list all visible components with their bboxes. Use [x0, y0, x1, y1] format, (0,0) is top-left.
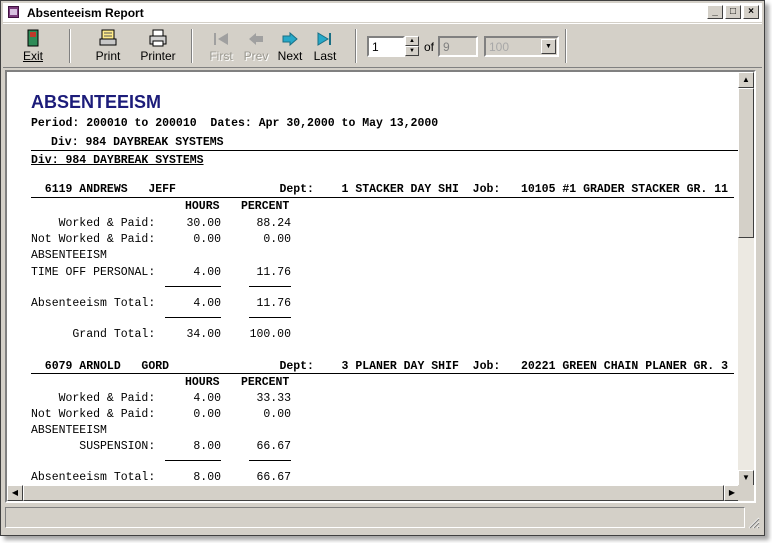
subtotal-rule: [165, 286, 221, 287]
item-hours: 8.00: [193, 440, 221, 453]
abs-total-hours: 4.00: [193, 297, 221, 310]
divider: [31, 197, 734, 198]
toolbar-separator: [69, 29, 71, 63]
page-spinner[interactable]: ▲ ▼: [405, 36, 419, 57]
worked-percent: 33.33: [256, 392, 291, 405]
exit-button[interactable]: Exit: [17, 27, 49, 65]
item-percent: 66.67: [256, 440, 291, 453]
report-page: ABSENTEEISM Period: 200010 to 200010 Dat…: [7, 72, 740, 486]
notworked-hours: 0.00: [193, 408, 221, 421]
divider: [31, 373, 734, 374]
report-viewer: ABSENTEEISM Period: 200010 to 200010 Dat…: [5, 70, 756, 503]
notworked-label: Not Worked & Paid:: [31, 408, 156, 421]
minimize-button[interactable]: _: [707, 5, 723, 19]
item-hours: 4.00: [193, 266, 221, 279]
worked-hours: 30.00: [186, 217, 221, 230]
first-page-button[interactable]: First: [206, 27, 236, 65]
scroll-up-icon[interactable]: ▲: [738, 72, 754, 88]
report-title: ABSENTEEISM: [31, 92, 162, 112]
prev-page-icon: [241, 27, 271, 47]
toolbar-separator: [565, 29, 567, 63]
absenteeism-label: ABSENTEEISM: [31, 424, 107, 437]
total-rule: [165, 317, 221, 318]
worked-hours: 4.00: [193, 392, 221, 405]
next-page-button[interactable]: Next: [275, 27, 305, 65]
subtotal-rule: [165, 460, 221, 461]
report-window: Absenteeism Report _ □ × Exit Print Prin…: [0, 0, 765, 536]
notworked-percent: 0.00: [263, 408, 291, 421]
percent-header: PERCENT: [241, 200, 290, 213]
vertical-scroll-thumb[interactable]: [738, 88, 754, 238]
toolbar: Exit Print Printer First Prev Next Last …: [3, 23, 762, 68]
status-bar: [5, 507, 760, 529]
resize-grip-icon[interactable]: [747, 516, 760, 529]
toolbar-separator: [191, 29, 193, 63]
hours-header: HOURS: [185, 376, 220, 389]
maximize-button[interactable]: □: [725, 5, 741, 19]
division-line: Div: 984 DAYBREAK SYSTEMS: [51, 136, 224, 149]
employee-header: 6079 ARNOLD GORD Dept: 3 PLANER DAY SHIF…: [31, 360, 729, 373]
employee-header: 6119 ANDREWS JEFF Dept: 1 STACKER DAY SH…: [31, 183, 729, 196]
printer-icon: [136, 27, 180, 47]
notworked-percent: 0.00: [263, 233, 291, 246]
scroll-down-icon[interactable]: ▼: [738, 470, 754, 486]
item-label: TIME OFF PERSONAL:: [31, 266, 156, 279]
horizontal-scrollbar[interactable]: ◀ ▶: [7, 485, 740, 501]
notworked-label: Not Worked & Paid:: [31, 233, 156, 246]
horizontal-scroll-thumb[interactable]: [23, 485, 724, 501]
print-page-icon: [91, 27, 125, 47]
worked-percent: 88.24: [256, 217, 291, 230]
hours-header: HOURS: [185, 200, 220, 213]
absenteeism-label: ABSENTEEISM: [31, 249, 107, 262]
worked-label: Worked & Paid:: [31, 217, 156, 230]
spin-up-icon[interactable]: ▲: [405, 36, 419, 46]
last-page-button[interactable]: Last: [310, 27, 340, 65]
window-title: Absenteeism Report: [27, 5, 144, 20]
period-line: Period: 200010 to 200010 Dates: Apr 30,2…: [31, 117, 439, 130]
worked-label: Worked & Paid:: [31, 392, 156, 405]
first-page-icon: [206, 27, 236, 47]
grand-total-hours: 34.00: [186, 328, 221, 341]
total-rule: [249, 317, 291, 318]
abs-total-percent: 66.67: [256, 471, 291, 484]
item-percent: 11.76: [256, 266, 291, 279]
page-number-input[interactable]: 1: [367, 36, 405, 57]
subtotal-rule: [249, 460, 291, 461]
scroll-left-icon[interactable]: ◀: [7, 485, 23, 501]
prev-page-button[interactable]: Prev: [241, 27, 271, 65]
print-button[interactable]: Print: [91, 27, 125, 65]
grand-total-percent: 100.00: [249, 328, 291, 341]
status-panel: [5, 507, 745, 528]
abs-total-percent: 11.76: [256, 297, 291, 310]
chevron-down-icon[interactable]: ▼: [541, 39, 556, 54]
zoom-select[interactable]: 100 ▼: [484, 36, 559, 57]
app-calendar-icon: [6, 5, 22, 21]
division-heading: Div: 984 DAYBREAK SYSTEMS: [31, 154, 204, 167]
scroll-corner: [738, 485, 754, 501]
printer-button[interactable]: Printer: [136, 27, 180, 65]
item-label: SUSPENSION:: [31, 440, 156, 453]
title-bar[interactable]: Absenteeism Report _ □ ×: [3, 3, 762, 22]
abs-total-hours: 8.00: [193, 471, 221, 484]
last-page-icon: [310, 27, 340, 47]
page-total-field: 9: [438, 36, 478, 57]
grand-total-label: Grand Total:: [31, 328, 156, 341]
abs-total-label: Absenteeism Total:: [31, 471, 156, 484]
vertical-scrollbar[interactable]: ▲ ▼: [738, 72, 754, 486]
subtotal-rule: [249, 286, 291, 287]
toolbar-separator: [355, 29, 357, 63]
next-page-icon: [275, 27, 305, 47]
exit-door-icon: [17, 27, 49, 47]
notworked-hours: 0.00: [193, 233, 221, 246]
zoom-value: 100: [489, 40, 510, 54]
percent-header: PERCENT: [241, 376, 290, 389]
abs-total-label: Absenteeism Total:: [31, 297, 156, 310]
spin-down-icon[interactable]: ▼: [405, 46, 419, 56]
close-button[interactable]: ×: [743, 5, 759, 19]
divider: [31, 150, 740, 151]
of-label: of: [424, 40, 435, 54]
